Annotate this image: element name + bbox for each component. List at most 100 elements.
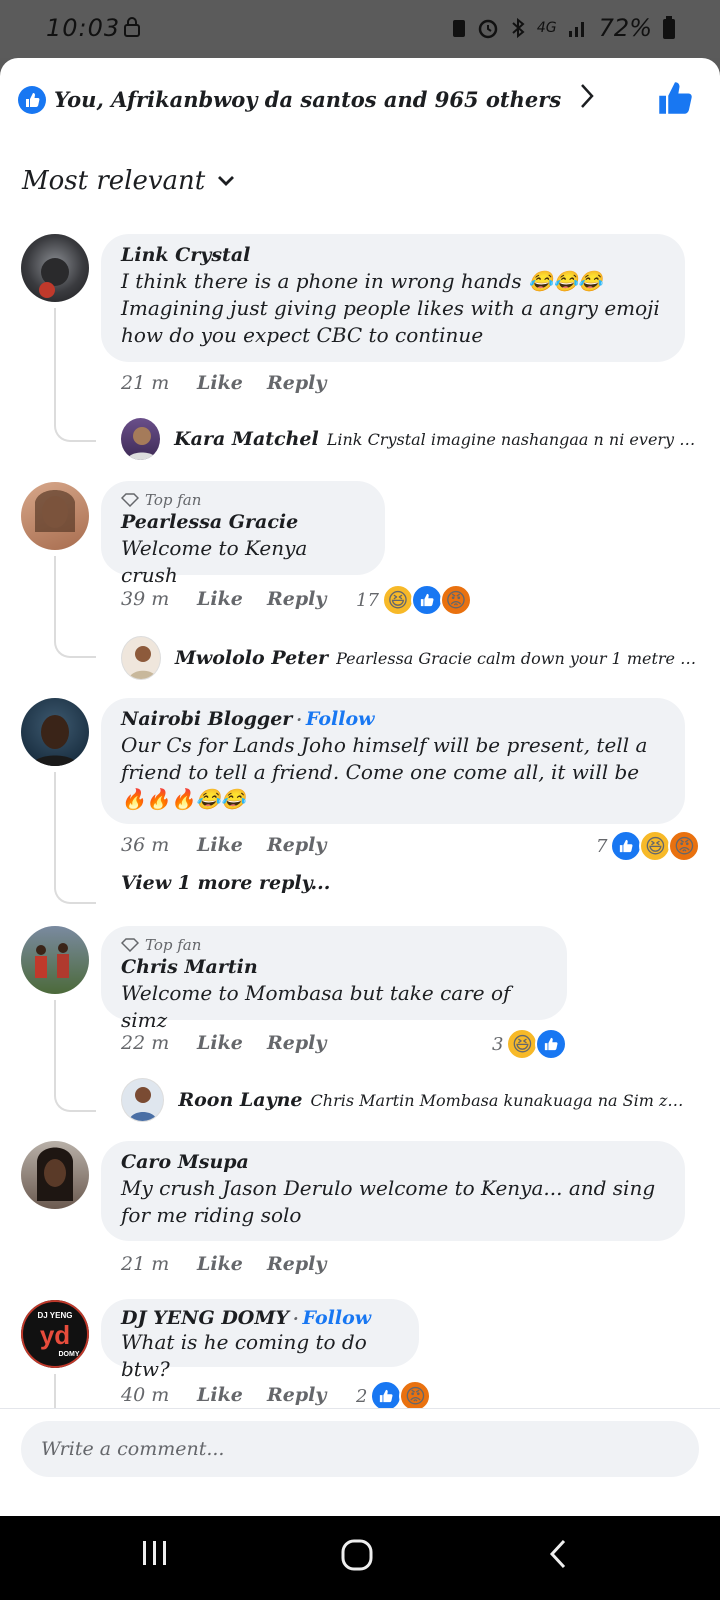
avatar[interactable] <box>21 234 89 302</box>
like-link[interactable]: Like <box>197 588 267 610</box>
like-link[interactable]: Like <box>197 372 267 394</box>
reactions-summary-text: You, Afrikanbwoy da santos and 965 other… <box>54 87 562 112</box>
comment-time: 39 m <box>121 588 170 610</box>
angry-reaction-icon: 😡 <box>668 830 701 862</box>
comment-text: Our Cs for Lands Joho himself will be pr… <box>121 733 648 811</box>
diamond-icon <box>121 493 139 507</box>
comment-bubble[interactable]: Nairobi Blogger · Follow Our Cs for Lands … <box>101 698 685 824</box>
reaction-count: 3 <box>492 1033 504 1055</box>
bluetooth-icon <box>512 17 525 39</box>
comment-time: 36 m <box>121 834 170 856</box>
reaction-counter[interactable]: 3 😆 <box>492 1028 568 1060</box>
reaction-counter[interactable]: 17 😆 😡 <box>356 584 472 616</box>
alarm-icon <box>478 19 498 39</box>
reaction-counter[interactable]: 7 😆 😡 <box>596 830 701 862</box>
like-reaction-icon <box>18 85 46 114</box>
chevron-right-icon <box>579 82 595 117</box>
avatar[interactable] <box>21 926 89 994</box>
haha-reaction-icon: 😆 <box>506 1028 539 1060</box>
comment-bubble[interactable]: Caro Msupa My crush Jason Derulo welcome… <box>101 1141 685 1241</box>
lock-icon <box>122 16 142 44</box>
sort-dropdown[interactable]: Most relevant <box>22 166 235 196</box>
recent-apps-icon[interactable] <box>140 1538 170 1572</box>
status-time: 10:03 <box>46 14 121 42</box>
comment-text: What is he coming to do btw? <box>121 1330 367 1381</box>
comment-input[interactable]: Write a comment... <box>21 1421 699 1477</box>
follow-button[interactable]: Follow <box>303 1307 372 1329</box>
reply-preview[interactable]: Kara Matchel Link Crystal imagine nashan… <box>121 418 701 460</box>
logo-top: DJ YENG <box>38 1311 73 1320</box>
comment-bubble[interactable]: Link Crystal I think there is a phone in… <box>101 234 685 362</box>
avatar <box>121 1078 165 1122</box>
reply-link[interactable]: Reply <box>267 1032 357 1054</box>
avatar[interactable]: DJ YENG yd DOMY <box>21 1300 89 1368</box>
avatar <box>121 636 161 680</box>
top-fan-badge: Top fan <box>121 491 365 509</box>
reaction-count: 17 <box>356 589 379 611</box>
back-icon[interactable] <box>548 1538 568 1574</box>
reaction-count: 7 <box>596 835 608 857</box>
reaction-count: 2 <box>356 1385 368 1407</box>
chevron-down-icon <box>218 176 235 186</box>
reply-link[interactable]: Reply <box>267 588 357 610</box>
diamond-icon <box>121 938 139 952</box>
reply-author: Roon Layne <box>178 1089 303 1111</box>
comment-time: 21 m <box>121 372 170 394</box>
comment-bubble[interactable]: Top fan Pearlessa Gracie Welcome to Keny… <box>101 481 385 587</box>
view-more-replies-link[interactable]: View 1 more reply... <box>121 872 330 894</box>
comment-time: 22 m <box>121 1032 170 1054</box>
comment-text: My crush Jason Derulo welcome to Kenya..… <box>121 1176 656 1227</box>
comment-bubble[interactable]: Top fan Chris Martin Welcome to Mombasa … <box>101 926 567 1032</box>
reactions-summary[interactable]: You, Afrikanbwoy da santos and 965 other… <box>18 82 595 117</box>
like-link[interactable]: Like <box>197 1384 267 1406</box>
avatar[interactable] <box>21 698 89 766</box>
top-fan-badge: Top fan <box>121 936 547 954</box>
reply-link[interactable]: Reply <box>267 1253 357 1275</box>
haha-reaction-icon: 😆 <box>381 584 414 616</box>
like-button-icon[interactable] <box>656 80 694 120</box>
comment-author[interactable]: Link Crystal <box>121 244 665 266</box>
comment-bubble[interactable]: DJ YENG DOMY · Follow What is he coming to… <box>101 1299 419 1381</box>
haha-reaction-icon: 😆 <box>639 830 672 862</box>
home-icon[interactable] <box>340 1538 374 1576</box>
signal-icon <box>568 22 584 37</box>
avatar[interactable] <box>21 482 89 550</box>
comment-author[interactable]: Pearlessa Gracie <box>121 511 365 533</box>
comment-author[interactable]: Chris Martin <box>121 956 547 978</box>
reply-text: Link Crystal imagine nashangaa n ni ever… <box>326 429 701 449</box>
reply-link[interactable]: Reply <box>267 372 357 394</box>
comments-sheet: You, Afrikanbwoy da santos and 965 other… <box>0 58 720 1516</box>
reply-preview[interactable]: Mwololo Peter Pearlessa Gracie calm down… <box>121 636 701 680</box>
avatar[interactable] <box>21 1141 89 1209</box>
like-link[interactable]: Like <box>197 834 267 856</box>
battery-icon <box>663 16 675 39</box>
sort-label: Most relevant <box>22 166 206 196</box>
status-bar: 10:03 4G 72% <box>0 0 720 58</box>
network-type: 4G <box>536 20 557 36</box>
like-link[interactable]: Like <box>197 1032 267 1054</box>
reply-text: Chris Martin Mombasa kunakuaga na Sim z😂… <box>310 1090 701 1110</box>
follow-button[interactable]: Follow <box>306 708 375 730</box>
comment-text: I think there is a phone in wrong hands … <box>121 269 660 347</box>
status-icons: 4G 72% <box>451 14 676 42</box>
reply-text: Pearlessa Gracie calm down your 1 metre … <box>336 648 701 668</box>
logo-mid: yd <box>40 1320 70 1350</box>
battery-saver-icon <box>452 20 465 37</box>
comment-text: Welcome to Mombasa but take care of simz <box>121 981 511 1032</box>
comment-time: 21 m <box>121 1253 170 1275</box>
comment-author[interactable]: Caro Msupa <box>121 1151 665 1173</box>
comment-time: 40 m <box>121 1384 170 1406</box>
angry-reaction-icon: 😡 <box>439 584 472 616</box>
like-reaction-icon <box>610 830 643 862</box>
comment-author: Nairobi Blogger · Follow <box>121 708 375 730</box>
reply-link[interactable]: Reply <box>267 834 357 856</box>
reply-preview[interactable]: Roon Layne Chris Martin Mombasa kunakuag… <box>121 1078 701 1122</box>
comment-composer: Write a comment... <box>0 1408 720 1517</box>
like-reaction-icon <box>410 584 443 616</box>
like-link[interactable]: Like <box>197 1253 267 1275</box>
battery-percent: 72% <box>598 14 652 42</box>
reply-author: Kara Matchel <box>174 428 319 450</box>
like-reaction-icon <box>535 1028 568 1060</box>
reply-link[interactable]: Reply <box>267 1384 357 1406</box>
comment-text: Welcome to Kenya crush <box>121 536 308 587</box>
